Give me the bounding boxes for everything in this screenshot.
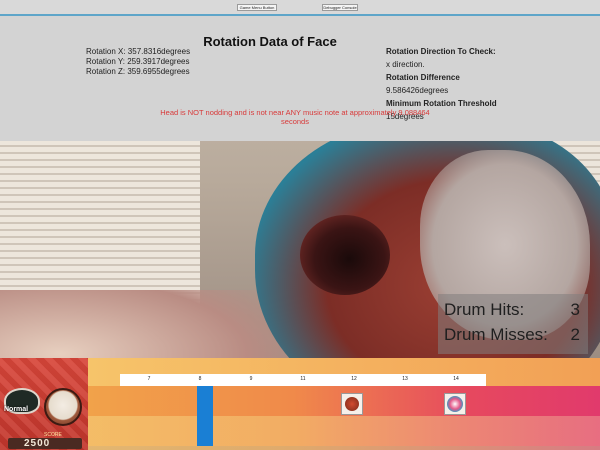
timeline-tick: 12 [351, 376, 357, 382]
drum-stats-box: Drum Hits: 3 Drum Misses: 2 [438, 294, 588, 354]
taiko-drum-icon [44, 388, 82, 426]
nod-status-message: Head is NOT nodding and is not near ANY … [160, 108, 430, 126]
timeline-tick: 9 [249, 376, 253, 382]
timeline-tick: 11 [300, 376, 306, 382]
drum-misses-value: 2 [570, 325, 580, 344]
timeline-tick: 7 [147, 376, 151, 382]
difficulty-label: Normal [4, 406, 29, 413]
timeline-tick: 13 [402, 376, 408, 382]
ka-note-icon [447, 396, 463, 412]
music-note-don [341, 393, 363, 415]
rotation-debug-panel: Rotation Data of Face Rotation X: 357.83… [0, 14, 600, 141]
drum-hits-label: Drum Hits: [444, 300, 525, 319]
top-button-bar: Game Menu Button Debugger Console [0, 0, 600, 14]
game-menu-button[interactable]: Game Menu Button [237, 4, 277, 11]
music-note-ka [444, 393, 466, 415]
drum-misses-label: Drum Misses: [444, 325, 548, 344]
player-panel: Normal SCORE 2500 [0, 358, 88, 450]
timeline-tick: 14 [453, 376, 459, 382]
lane-lower-band [88, 416, 600, 450]
don-note-icon [345, 397, 359, 411]
difference-value: 9.586426degrees [386, 86, 449, 95]
hit-judgement-line [197, 386, 213, 446]
debugger-console-button[interactable]: Debugger Console [322, 4, 358, 11]
score-value: 2500 [24, 438, 51, 449]
rotation-y-readout: Rotation Y: 259.3917degrees [86, 57, 190, 66]
direction-value: x direction. [386, 60, 425, 69]
drum-hits-value: 3 [570, 300, 580, 319]
rotation-x-readout: Rotation X: 357.8316degrees [86, 47, 191, 56]
threshold-heading: Minimum Rotation Threshold [386, 99, 497, 108]
timeline-tick: 8 [198, 376, 202, 382]
face-mask-eye [300, 215, 390, 295]
direction-heading: Rotation Direction To Check: [386, 47, 496, 56]
difference-heading: Rotation Difference [386, 73, 460, 82]
rotation-z-readout: Rotation Z: 359.6955degrees [86, 67, 190, 76]
